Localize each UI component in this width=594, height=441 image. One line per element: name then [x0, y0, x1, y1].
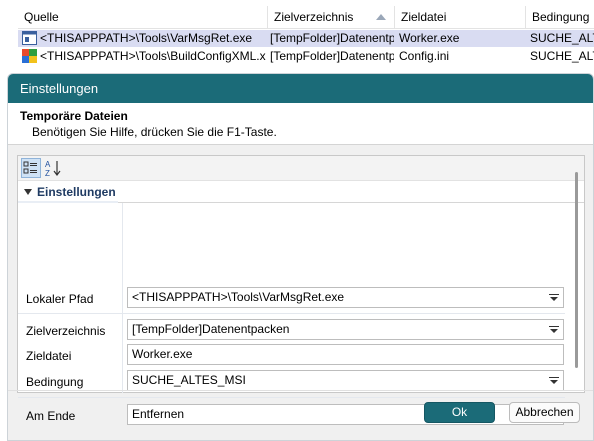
cell-zielverzeichnis: [TempFolder]Datenentp...	[270, 31, 394, 45]
settings-dialog: Einstellungen Temporäre Dateien Benötige…	[7, 73, 594, 441]
svg-text:Z: Z	[45, 169, 50, 178]
column-header-zielverzeichnis[interactable]: Zielverzeichnis	[268, 6, 395, 29]
category-label: Einstellungen	[37, 185, 116, 199]
dropdown-arrow-icon[interactable]	[549, 294, 559, 302]
column-header-bedingung[interactable]: Bedingung	[526, 6, 594, 29]
footer-divider	[8, 390, 593, 391]
column-header-zieldatei[interactable]: Zieldatei	[395, 6, 526, 29]
am-ende-dropdown[interactable]: Entfernen	[127, 404, 564, 425]
exe-file-icon	[22, 31, 37, 45]
dialog-title: Einstellungen	[8, 74, 593, 103]
categorized-view-button[interactable]	[21, 158, 41, 178]
list-header: Quelle Zielverzeichnis Zieldatei Bedingu…	[18, 6, 594, 29]
xml-file-icon	[22, 49, 37, 63]
am-ende-value: Entfernen	[132, 407, 185, 421]
info-title: Temporäre Dateien	[20, 109, 128, 123]
label-lokaler-pfad: Lokaler Pfad	[26, 292, 94, 306]
list-row[interactable]: <THISAPPPATH>\Tools\BuildConfigXML.xml […	[18, 48, 594, 65]
bedingung-dropdown[interactable]: SUCHE_ALTES_MSI	[127, 370, 564, 391]
bedingung-value: SUCHE_ALTES_MSI	[132, 373, 246, 387]
column-header-quelle[interactable]: Quelle	[18, 6, 268, 29]
cell-zielverzeichnis: [TempFolder]Datenentp...	[270, 49, 394, 63]
dropdown-arrow-icon[interactable]	[549, 326, 559, 334]
info-panel: Temporäre Dateien Benötigen Sie Hilfe, d…	[8, 103, 593, 145]
svg-text:A: A	[45, 160, 51, 169]
vertical-scrollbar[interactable]	[575, 172, 578, 368]
ok-button[interactable]: Ok	[424, 402, 495, 423]
label-bedingung: Bedingung	[26, 375, 84, 389]
zieldatei-input[interactable]: Worker.exe	[127, 344, 564, 365]
zieldatei-value: Worker.exe	[132, 347, 193, 361]
lokaler-pfad-dropdown[interactable]: <THISAPPPATH>\Tools\VarMsgRet.exe	[127, 287, 564, 308]
column-divider[interactable]	[122, 203, 123, 393]
category-underline	[18, 201, 118, 203]
alphabetical-view-button[interactable]: A Z	[44, 158, 64, 178]
zielverzeichnis-dropdown[interactable]: [TempFolder]Datenentpacken	[127, 319, 564, 340]
property-toolbar: A Z	[18, 156, 584, 181]
cell-quelle: <THISAPPPATH>\Tools\VarMsgRet.exe	[40, 31, 253, 45]
category-header[interactable]: Einstellungen	[18, 181, 584, 203]
dropdown-arrow-icon[interactable]	[549, 377, 559, 385]
row-divider	[18, 397, 565, 398]
list-row[interactable]: <THISAPPPATH>\Tools\VarMsgRet.exe [TempF…	[18, 30, 594, 47]
categorized-icon	[23, 161, 37, 174]
collapse-triangle-icon[interactable]	[24, 189, 32, 195]
row-divider	[18, 313, 565, 314]
cell-quelle: <THISAPPPATH>\Tools\BuildConfigXML.xml	[40, 49, 266, 63]
sort-ascending-icon	[376, 14, 386, 20]
sort-alphabetical-icon: A Z	[45, 160, 61, 178]
cell-bedingung: SUCHE_ALTE	[530, 31, 594, 45]
label-am-ende: Am Ende	[26, 409, 76, 423]
cancel-button[interactable]: Abbrechen	[509, 402, 580, 423]
property-grid: A Z Einstellungen Lokaler Pfad <THISAPPP…	[17, 155, 585, 425]
cell-zieldatei: Config.ini	[399, 49, 450, 63]
column-header-label: Zielverzeichnis	[274, 10, 354, 24]
cell-bedingung: SUCHE_ALTE	[530, 49, 594, 63]
label-zielverzeichnis: Zielverzeichnis	[26, 324, 106, 338]
lokaler-pfad-value: <THISAPPPATH>\Tools\VarMsgRet.exe	[132, 290, 345, 304]
label-zieldatei: Zieldatei	[26, 349, 72, 363]
cell-zieldatei: Worker.exe	[399, 31, 460, 45]
info-hint: Benötigen Sie Hilfe, drücken Sie die F1-…	[32, 125, 277, 139]
file-list: Quelle Zielverzeichnis Zieldatei Bedingu…	[0, 0, 594, 80]
zielverzeichnis-value: [TempFolder]Datenentpacken	[132, 322, 290, 336]
